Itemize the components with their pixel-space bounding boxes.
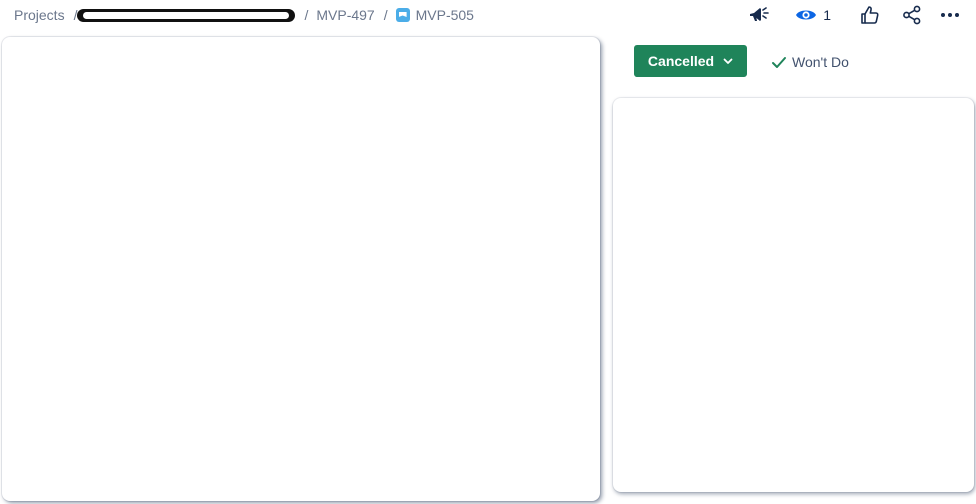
breadcrumb: Projects / / MVP-497 / MVP-505 [14,5,474,25]
breadcrumb-projects[interactable]: Projects [14,7,65,23]
eye-icon [796,10,817,20]
issue-view: Projects / / MVP-497 / MVP-505 1 Cancell… [0,0,976,504]
share-button[interactable] [900,3,924,27]
share-icon [903,5,921,25]
megaphone-icon [750,7,770,21]
thumbs-up-icon [861,6,879,24]
breadcrumb-current-issue-label: MVP-505 [415,7,474,23]
more-actions-button[interactable] [938,3,962,27]
watch-count: 1 [823,7,831,23]
issue-details-panel [613,98,974,492]
breadcrumb-current-issue[interactable]: MVP-505 [395,7,474,23]
resolution-label: Won't Do [792,54,849,70]
announce-button[interactable] [747,3,771,27]
breadcrumb-parent-issue[interactable]: MVP-497 [316,7,374,23]
like-button[interactable] [858,3,882,27]
more-icon [941,13,959,17]
check-icon [771,56,787,69]
resolution: Won't Do [771,52,849,72]
issue-main-panel [2,37,600,501]
watch-button[interactable]: 1 [795,3,831,27]
status-dropdown-button[interactable]: Cancelled [634,45,747,77]
breadcrumb-separator: / [383,7,388,23]
story-icon [395,8,410,22]
issue-actions: 1 [747,3,962,27]
chevron-down-icon [723,58,733,65]
breadcrumb-separator: / [304,7,309,23]
status-label: Cancelled [647,53,715,69]
breadcrumb-project-name-redacted[interactable] [77,8,296,22]
